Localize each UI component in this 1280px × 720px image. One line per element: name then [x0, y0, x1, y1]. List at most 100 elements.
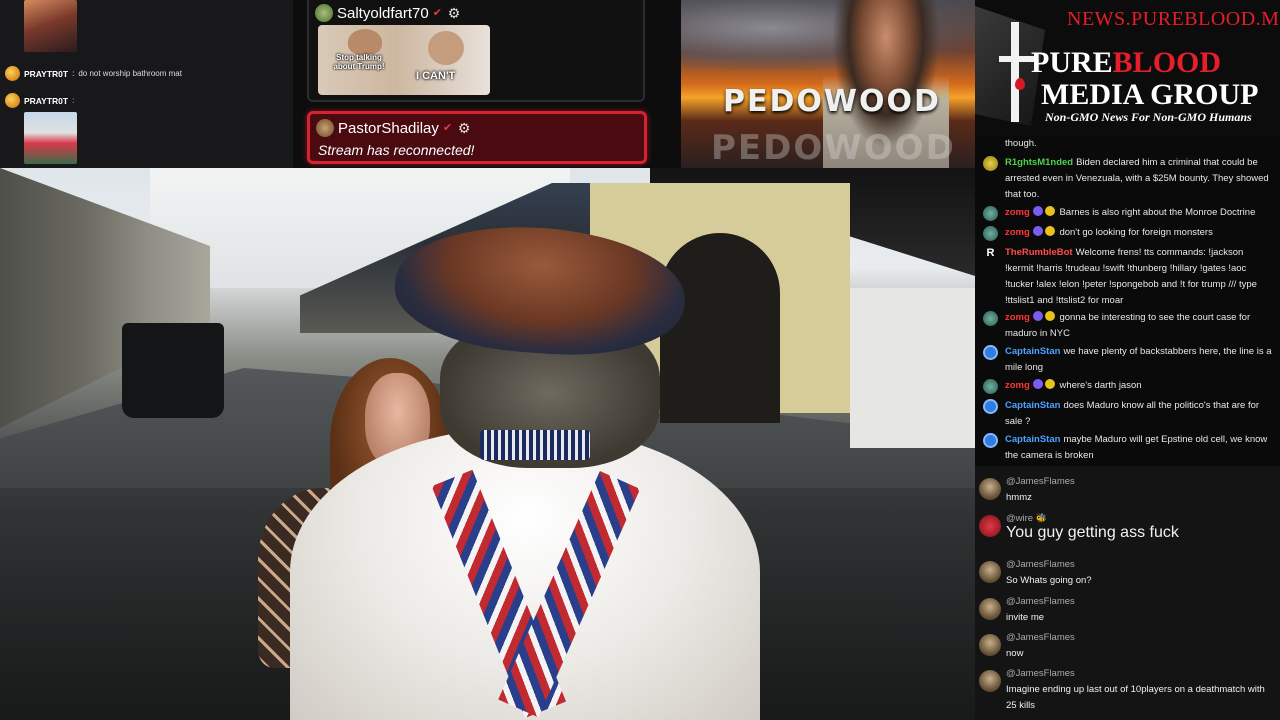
member-badge-icon: 🐝 — [1035, 513, 1047, 523]
chat-text: You guy getting ass fuck — [1006, 524, 1179, 541]
rumble-logo-icon: R — [986, 247, 995, 259]
sticker-image — [24, 0, 77, 52]
chat-username[interactable]: CaptainStan — [1005, 434, 1060, 445]
user-avatar — [983, 156, 998, 171]
chat-message: PRAYTR0T: do not worship bathroom mat — [5, 66, 182, 81]
chat-message: @JamesFlames hmmz — [979, 476, 1275, 510]
chat-message: @JamesFlames So Whats going on? — [979, 559, 1275, 593]
alert-username: PastorShadilay — [338, 119, 439, 137]
blood-drop-icon — [1015, 78, 1025, 90]
alert-username: Saltyoldfart70 — [337, 4, 429, 22]
chat-text: Barnes is also right about the Monroe Do… — [1059, 207, 1256, 218]
chat-username: PRAYTR0T — [24, 68, 69, 79]
user-avatar — [979, 478, 1001, 500]
chat-message: zomg where's darth jason — [983, 378, 1273, 394]
chat-message: CaptainStan we have plenty of backstabber… — [983, 344, 1273, 376]
chat-message: CaptainStan maybe Maduro will get Epstine… — [983, 432, 1273, 464]
user-avatar — [979, 598, 1001, 620]
chat-message: R1ghtsM1nded Biden declared him a crimina… — [983, 155, 1273, 203]
chat-username[interactable]: @JamesFlames — [1006, 632, 1075, 643]
user-avatar — [979, 634, 1001, 656]
chat-username[interactable]: zomg — [1005, 380, 1030, 391]
chat-username[interactable]: @JamesFlames — [1006, 668, 1075, 679]
cross-icon — [1011, 22, 1019, 122]
chat-message: R TheRumbleBot Welcome frens! tts command… — [983, 245, 1273, 309]
chat-username[interactable]: CaptainStan — [1005, 400, 1060, 411]
top-left-chat-panel: PRAYTR0T: do not worship bathroom mat PR… — [0, 0, 293, 168]
badge-icon — [1044, 226, 1055, 236]
alerts-panel: Saltyoldfart70 ✔ ⚙ Stop talking about Tr… — [293, 0, 681, 168]
chat-username[interactable]: TheRumbleBot — [1005, 247, 1073, 258]
user-avatar — [979, 561, 1001, 583]
chat-message: zomg Barnes is also right about the Monr… — [983, 205, 1273, 221]
chat-text: Imagine ending up last out of 10players … — [1006, 684, 1265, 711]
gear-icon[interactable]: ⚙ — [448, 6, 461, 20]
pureblood-logo: NEWS.PUREBLOOD.MEDIA PUREBLOOD MEDIA GRO… — [975, 0, 1280, 136]
chat-username[interactable]: CaptainStan — [1005, 346, 1060, 357]
chat-username[interactable]: zomg — [1005, 312, 1030, 323]
chat-username[interactable]: @JamesFlames — [1006, 559, 1075, 570]
chat-message: though. — [983, 136, 1273, 152]
chat-alert: Saltyoldfart70 ✔ ⚙ Stop talking about Tr… — [307, 0, 645, 102]
chat-message: @JamesFlames now — [979, 632, 1275, 666]
logo-title: PUREBLOOD — [1031, 46, 1222, 79]
badge-icon — [1032, 311, 1043, 321]
chat-message: zomg gonna be interesting to see the cou… — [983, 310, 1273, 342]
user-avatar — [983, 206, 998, 221]
main-video-feed[interactable] — [0, 168, 975, 720]
logo-subtitle: MEDIA GROUP — [1041, 78, 1259, 111]
verified-check-icon: ✔ — [442, 121, 453, 134]
gear-icon[interactable]: ⚙ — [458, 121, 471, 135]
chat-text: invite me — [1006, 612, 1045, 623]
chat-message: CaptainStan does Maduro know all the poli… — [983, 398, 1273, 430]
chat-username[interactable]: zomg — [1005, 227, 1030, 238]
chat-message: @wire 🐝 You guy getting ass fuck — [979, 513, 1275, 553]
chat-text: So Whats going on? — [1006, 575, 1092, 586]
chat-text: now — [1006, 648, 1024, 659]
system-message: Stream has reconnected! — [318, 142, 475, 158]
logo-tagline: Non-GMO News For Non-GMO Humans — [1045, 110, 1252, 124]
chat-username[interactable]: zomg — [1005, 207, 1030, 218]
user-avatar — [5, 93, 20, 108]
chat-text: though. — [1005, 138, 1037, 149]
chat-username[interactable]: @wire — [1006, 513, 1033, 524]
reconnect-alert: PastorShadilay ✔ ⚙ Stream has reconnecte… — [307, 111, 647, 164]
user-avatar — [5, 66, 20, 81]
banner-text-shadow: PEDOWOOD — [711, 128, 956, 168]
badge-icon — [1044, 206, 1055, 216]
meme-caption: I CAN'T — [416, 70, 456, 82]
sticker-image — [24, 112, 77, 164]
badge-icon — [1032, 379, 1043, 389]
user-avatar — [983, 399, 998, 414]
chat-message: @JamesFlames Imagine ending up last out … — [979, 668, 1275, 718]
chat-message: PRAYTR0T : — [5, 93, 74, 108]
chat-username[interactable]: @JamesFlames — [1006, 596, 1075, 607]
verified-check-icon: ✔ — [432, 6, 442, 19]
chat-text: : — [72, 96, 75, 105]
chat-message: @JamesFlames invite me — [979, 596, 1275, 630]
user-avatar — [315, 4, 333, 22]
chat-text: do not worship bathroom mat — [78, 69, 182, 78]
user-avatar — [979, 515, 1001, 537]
chat-text: hmmz — [1006, 492, 1032, 503]
chat-text: where's darth jason — [1059, 380, 1142, 391]
banner-text: PEDOWOOD — [723, 84, 941, 119]
meme-image: Stop talking about Trump! I CAN'T — [318, 25, 490, 95]
badge-icon — [1044, 311, 1055, 321]
user-avatar — [983, 226, 998, 241]
user-avatar — [979, 670, 1001, 692]
meme-caption: Stop talking about Trump! — [333, 53, 385, 71]
pedowood-banner: PEDOWOOD PEDOWOOD — [681, 0, 975, 168]
badge-icon — [1044, 379, 1055, 389]
rumble-chat-panel: though. R1ghtsM1nded Biden declared him a… — [975, 136, 1280, 466]
badge-icon — [1032, 206, 1043, 216]
user-avatar — [983, 379, 998, 394]
chat-username[interactable]: @JamesFlames — [1006, 476, 1075, 487]
user-avatar — [316, 119, 334, 137]
chat-username[interactable]: R1ghtsM1nded — [1005, 157, 1073, 168]
user-avatar — [983, 345, 998, 360]
stream-overlay: PRAYTR0T: do not worship bathroom mat PR… — [0, 0, 1280, 720]
chat-text: don't go looking for foreign monsters — [1059, 227, 1213, 238]
chat-username: PRAYTR0T — [24, 95, 69, 106]
logo-url: NEWS.PUREBLOOD.MEDIA — [1067, 8, 1280, 30]
